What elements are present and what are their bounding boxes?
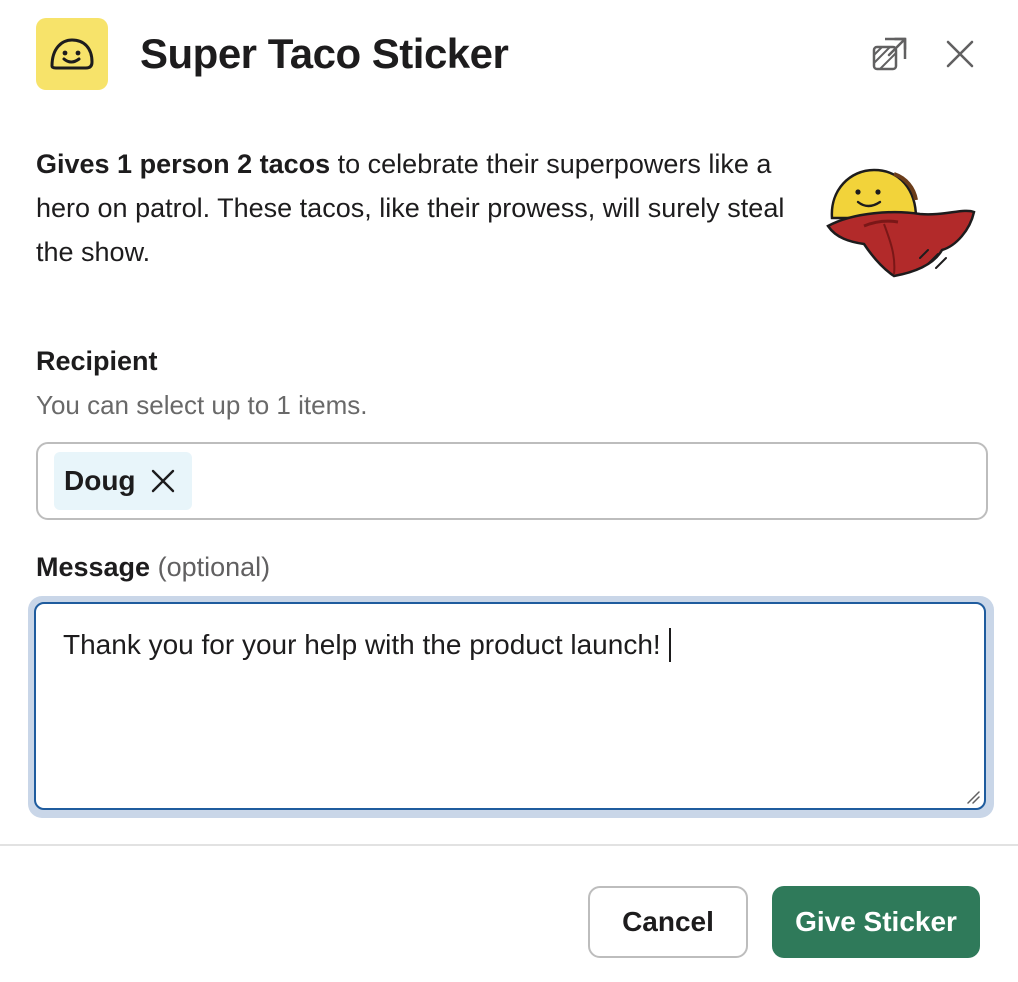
modal-title: Super Taco Sticker [140,30,509,77]
taco-face-icon [36,18,108,90]
recipient-label: Recipient [36,346,158,376]
give-sticker-modal: Super Taco Sticker Gives 1 person 2 taco… [0,0,1018,982]
recipient-hint: You can select up to 1 items. [36,390,368,420]
give-sticker-button[interactable]: Give Sticker [772,886,980,958]
cancel-button[interactable]: Cancel [588,886,748,958]
description-bold: Gives 1 person 2 tacos [36,149,331,179]
sticker-description: Gives 1 person 2 tacos to celebrate thei… [36,142,796,274]
message-textarea[interactable]: Thank you for your help with the product… [34,602,986,810]
open-in-new-window-icon[interactable] [868,32,912,76]
modal-header: Super Taco Sticker [36,18,982,90]
resize-handle-icon[interactable] [966,790,980,804]
message-content: Thank you for your help with the product… [63,628,671,662]
message-value: Thank you for your help with the product… [63,629,661,660]
close-icon[interactable] [938,32,982,76]
remove-recipient-icon[interactable] [150,468,176,494]
superhero-taco-image [824,160,980,290]
message-optional-text: (optional) [157,552,271,582]
header-actions [868,32,982,76]
footer-divider [0,844,1018,846]
message-label-text: Message [36,552,151,582]
recipient-chip-label: Doug [64,465,136,496]
recipient-chip: Doug [54,452,192,510]
message-label: Message (optional) [36,552,270,583]
recipient-select[interactable]: Doug [36,442,988,520]
text-caret [668,628,671,662]
